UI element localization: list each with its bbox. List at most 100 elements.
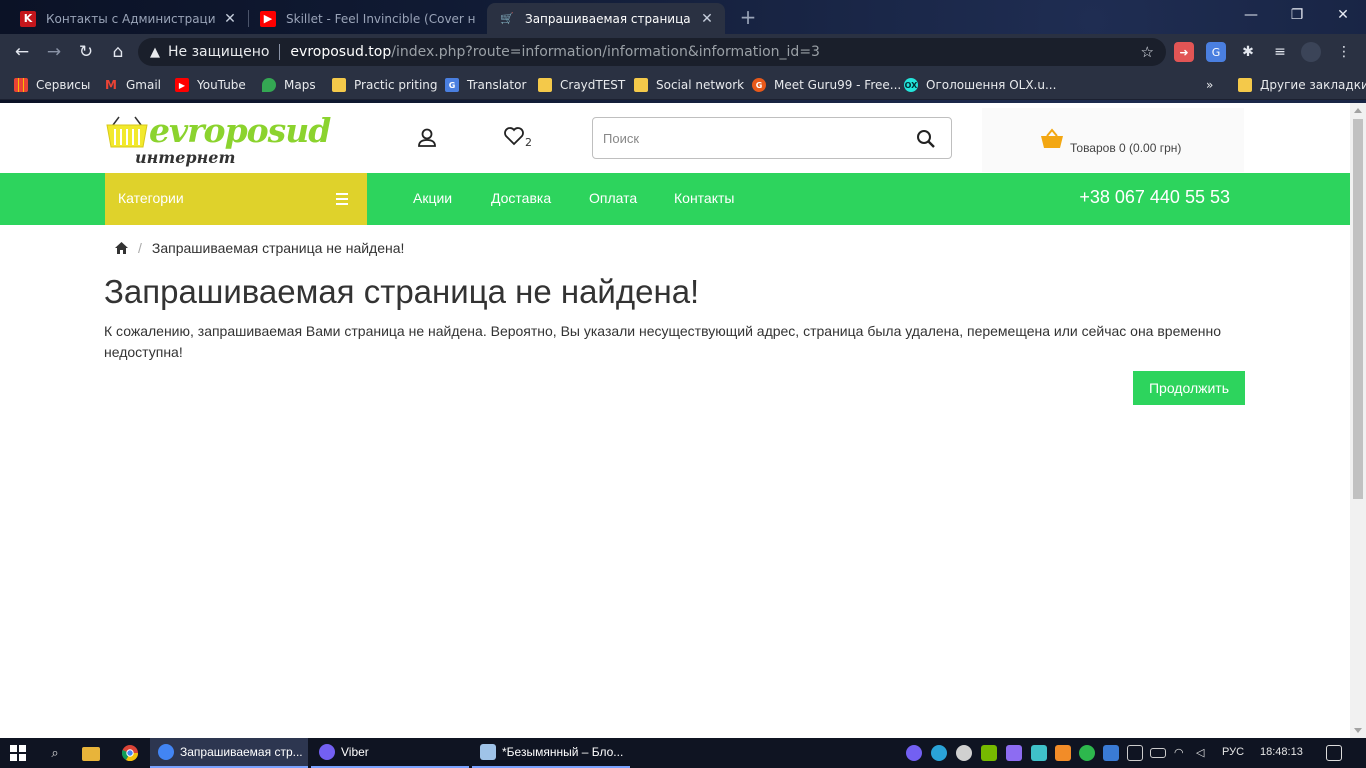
guru99-icon: G [752,78,766,92]
restore-icon[interactable]: ❐ [1274,0,1320,30]
bookmark-other[interactable]: Другие закладки [1238,75,1366,95]
viber-tray-icon[interactable] [906,745,922,761]
bookmark-craydtest[interactable]: CraydTEST [538,75,625,95]
bookmark-label: YouTube [197,78,246,92]
bookmark-star-icon[interactable]: ☆ [1141,43,1154,61]
page-message: К сожалению, запрашиваемая Вами страница… [104,323,1222,360]
bookmark-translator[interactable]: G Translator [445,75,526,95]
bookmark-gmail[interactable]: M Gmail [104,75,161,95]
defender-tray-icon[interactable] [1103,745,1119,761]
extension-arrow-icon[interactable]: ➜ [1174,42,1194,62]
vpn-tray-icon[interactable] [956,745,972,761]
taskbar-app-chrome[interactable]: Запрашиваемая стр... [150,738,308,768]
google-translate-icon: G [445,78,459,92]
tab-strip: K Контакты с Администрацией са ✕ ▶ Skill… [0,0,1366,34]
bookmark-guru99[interactable]: G Meet Guru99 - Free... [752,75,901,95]
reload-icon[interactable]: ↻ [74,40,98,64]
tab-youtube[interactable]: ▶ Skillet - Feel Invincible (Cover на [248,3,486,34]
wifi-icon[interactable]: ◠ [1174,746,1184,759]
battery-icon[interactable] [1150,748,1166,758]
search-icon[interactable] [915,128,937,150]
page-scrollbar[interactable] [1350,103,1366,738]
cart-favicon-icon: 🛒 [500,12,514,25]
scroll-down-icon[interactable] [1354,728,1362,733]
notepad-icon [480,744,496,760]
search-input[interactable] [603,128,903,148]
bookmark-social-network[interactable]: Social network [634,75,744,95]
new-tab-plus-icon[interactable]: + [737,6,759,28]
cart-button[interactable]: Товаров 0 (0.00 грн) [982,108,1244,172]
windows-taskbar: ⌕ Запрашиваемая стр... Viber *Безымянный… [0,738,1366,768]
taskbar-app-label: Запрашиваемая стр... [180,745,303,759]
more-bookmarks-label: » [1206,78,1214,92]
menu-dots-icon[interactable]: ⋮ [1334,42,1354,62]
scrollbar-thumb[interactable] [1353,119,1363,499]
more-bookmarks-chevron-icon[interactable]: » [1206,75,1213,95]
search-icon[interactable]: ⌕ [45,743,65,763]
metamask-tray-icon[interactable] [1055,745,1071,761]
search-box [592,117,952,159]
phone-number[interactable]: +38 067 440 55 53 [1079,187,1230,208]
close-icon[interactable]: ✕ [699,11,715,27]
clock[interactable]: 18:48:13 [1260,746,1303,758]
web-page: evroposud интернет магазин 2 Товаров 0 (… [0,103,1350,738]
back-arrow-icon[interactable]: ← [10,40,34,64]
security-label[interactable]: Не защищено [168,44,269,60]
bookmark-maps[interactable]: Maps [262,75,316,95]
bookmark-label: Practic priting [354,78,438,92]
bookmark-label: Другие закладки [1260,78,1366,92]
bookmark-youtube[interactable]: ▶ YouTube [175,75,246,95]
chrome-icon [158,744,174,760]
app-tray-icon[interactable] [1031,745,1047,761]
close-icon[interactable]: ✕ [222,11,238,27]
nvidia-tray-icon[interactable] [981,745,997,761]
bookmark-apps[interactable]: Сервисы [14,75,90,95]
language-indicator[interactable]: РУС [1222,746,1244,758]
home-icon[interactable] [115,242,128,254]
taskbar-app-notepad[interactable]: *Безымянный – Бло... [472,738,630,768]
breadcrumb-current[interactable]: Запрашиваемая страница не найдена! [152,240,405,256]
pen-tray-icon[interactable] [1006,745,1022,761]
display-tray-icon[interactable] [1127,745,1143,761]
google-translate-icon[interactable]: G [1206,42,1226,62]
categories-dropdown[interactable]: Категории [105,173,367,225]
bookmarks-bar: Сервисы M Gmail ▶ YouTube Maps Practic p… [0,70,1366,100]
notifications-icon[interactable] [1326,745,1342,761]
page-title: Запрашиваемая страница не найдена! [104,273,700,310]
scroll-up-icon[interactable] [1354,108,1362,113]
windows-start-icon[interactable] [10,745,26,761]
site-logo[interactable]: evroposud интернет магазин [105,111,331,186]
close-window-icon[interactable]: ✕ [1320,0,1366,30]
wishlist-heart-icon[interactable] [503,125,525,147]
account-user-icon[interactable] [416,127,438,149]
volume-icon[interactable]: ◁ [1196,746,1204,759]
bookmark-olx[interactable]: OX Оголошення OLX.u... [904,75,1056,95]
media-queue-icon[interactable]: ≡ [1270,42,1290,62]
address-bar[interactable]: ▲ Не защищено evroposud.top /index.php?r… [138,38,1166,66]
extensions-puzzle-icon[interactable]: ✱ [1238,42,1258,62]
tab-active-page[interactable]: 🛒 Запрашиваемая страница не на ✕ [487,3,725,34]
maps-pin-icon [262,78,276,92]
bookmark-label: Сервисы [36,78,91,92]
file-explorer-icon[interactable] [82,747,100,761]
cart-basket-icon [1041,128,1063,148]
continue-button[interactable]: Продолжить [1133,371,1245,405]
tab-contacts[interactable]: K Контакты с Администрацией са ✕ [8,3,248,34]
profile-avatar[interactable] [1301,42,1321,62]
breadcrumb-separator: / [138,240,142,256]
bookmark-label: Meet Guru99 - Free... [774,78,902,92]
bookmark-label: Оголошення OLX.u... [926,78,1057,92]
telegram-tray-icon[interactable] [931,745,947,761]
forward-arrow-icon[interactable]: → [42,40,66,64]
minimize-icon[interactable]: — [1228,0,1274,30]
home-icon[interactable]: ⌂ [106,40,130,64]
nav-contacts[interactable]: Контакты [674,190,734,206]
bookmark-practic-priting[interactable]: Practic priting [332,75,438,95]
url-path: /index.php?route=information/information… [391,44,820,60]
nav-delivery[interactable]: Доставка [491,190,551,206]
nav-payment[interactable]: Оплата [589,190,637,206]
nav-promotions[interactable]: Акции [413,190,452,206]
security-tray-icon[interactable] [1079,745,1095,761]
chrome-icon[interactable] [120,743,140,763]
taskbar-app-viber[interactable]: Viber [311,738,469,768]
